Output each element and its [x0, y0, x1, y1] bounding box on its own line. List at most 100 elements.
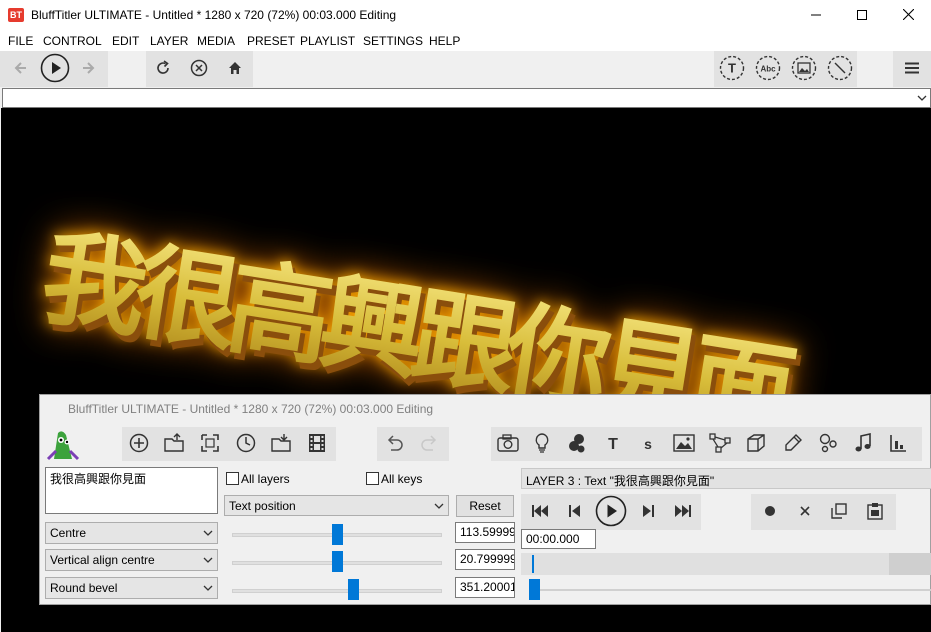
value-y-field[interactable]: 20.799999: [455, 549, 515, 570]
undo-icon: [385, 434, 403, 454]
subtitle-button[interactable]: s: [635, 431, 661, 457]
svg-text:T: T: [728, 60, 736, 75]
scrub-thumb[interactable]: [529, 579, 540, 600]
slider-track-z: [232, 589, 442, 593]
add-abc-button[interactable]: Abc: [755, 55, 781, 82]
delete-x-icon: [800, 505, 810, 519]
main-window: BT BluffTitler ULTIMATE - Untitled * 128…: [0, 0, 931, 632]
forward-button[interactable]: [76, 57, 100, 81]
home-button[interactable]: [223, 57, 247, 81]
nav-group: [0, 51, 108, 87]
all-layers-checkbox[interactable]: [226, 472, 239, 485]
dots-icon: [818, 433, 838, 456]
menu-help[interactable]: HELP: [429, 34, 460, 48]
all-layers-label: All layers: [241, 472, 290, 486]
hamburger-button[interactable]: [900, 57, 924, 81]
layer-text-field[interactable]: 我很高興跟你見面: [45, 467, 218, 514]
slider-thumb-z[interactable]: [348, 579, 360, 600]
stop-button[interactable]: [187, 57, 211, 81]
step-back-button[interactable]: [562, 499, 588, 525]
step-forward-button[interactable]: [635, 499, 661, 525]
cube-button[interactable]: [743, 431, 769, 457]
delete-key-button[interactable]: [792, 499, 818, 525]
particles-button[interactable]: [564, 431, 590, 457]
menu-file[interactable]: FILE: [8, 34, 33, 48]
maximize-button[interactable]: [839, 0, 885, 31]
back-arrow-icon: [13, 60, 29, 79]
undo-redo-group: [377, 427, 449, 461]
menu-preset[interactable]: PRESET: [247, 34, 295, 48]
light-button[interactable]: [529, 431, 555, 457]
minimize-icon: [811, 9, 821, 23]
menu-settings[interactable]: SETTINGS: [363, 34, 423, 48]
all-keys-label: All keys: [381, 472, 423, 486]
text-circle-icon: T: [719, 55, 745, 84]
menu-layer[interactable]: LAYER: [150, 34, 188, 48]
transport-play-button[interactable]: [595, 495, 627, 528]
time-button[interactable]: [233, 431, 259, 457]
time-field[interactable]: 00:00.000: [521, 529, 596, 549]
reset-button[interactable]: Reset: [456, 495, 514, 517]
picture-button[interactable]: [671, 431, 697, 457]
value-z-field[interactable]: 351.20001: [455, 577, 515, 598]
no-layer-button[interactable]: [827, 55, 853, 82]
clock-icon: [236, 433, 256, 456]
open-folder-icon: [164, 432, 186, 456]
all-keys-checkbox[interactable]: [366, 472, 379, 485]
skip-end-icon: [674, 504, 692, 521]
chevron-down-icon: [203, 527, 213, 541]
add-layer-button[interactable]: [126, 431, 152, 457]
add-text-button[interactable]: T: [719, 55, 745, 84]
menu-media[interactable]: MEDIA: [197, 34, 235, 48]
back-button[interactable]: [9, 57, 33, 81]
hamburger-icon: [905, 62, 919, 77]
brush-button[interactable]: [780, 431, 806, 457]
play-circle-icon: [40, 53, 70, 86]
menu-edit[interactable]: EDIT: [112, 34, 139, 48]
add-image-button[interactable]: [791, 55, 817, 84]
timeline-cursor[interactable]: [532, 555, 534, 573]
text-s-icon: s: [641, 434, 655, 455]
picture-icon: [673, 433, 695, 455]
camera-button[interactable]: [495, 431, 521, 457]
menu-control[interactable]: CONTROL: [43, 34, 102, 48]
import-button[interactable]: [269, 431, 295, 457]
edit-panel-window: BluffTitler ULTIMATE - Untitled * 1280 x…: [39, 394, 931, 605]
record-dot-icon: [764, 505, 776, 520]
open-button[interactable]: [162, 431, 188, 457]
undo-button[interactable]: [381, 431, 407, 457]
add-key-button[interactable]: [757, 499, 783, 525]
shape-button[interactable]: [707, 431, 733, 457]
edit-panel-title: BluffTitler ULTIMATE - Untitled * 1280 x…: [68, 402, 434, 416]
bevel-select[interactable]: Round bevel: [45, 577, 218, 599]
text-button[interactable]: T: [600, 431, 626, 457]
vertical-align-select[interactable]: Vertical align centre: [45, 549, 218, 571]
slider-thumb-x[interactable]: [331, 524, 343, 545]
minimize-button[interactable]: [793, 0, 839, 31]
paste-key-button[interactable]: [862, 499, 888, 525]
film-button[interactable]: [304, 431, 330, 457]
play-button[interactable]: [40, 53, 70, 86]
select-button[interactable]: [197, 431, 223, 457]
chevron-down-icon: [917, 92, 927, 106]
image-circle-icon: [791, 55, 817, 84]
svg-text:s: s: [644, 436, 652, 452]
skip-end-button[interactable]: [670, 499, 696, 525]
dots-button[interactable]: [815, 431, 841, 457]
align-select[interactable]: Centre: [45, 522, 218, 544]
timeline-track[interactable]: [521, 553, 931, 575]
music-button[interactable]: [850, 431, 876, 457]
redo-button[interactable]: [417, 431, 443, 457]
chart-button[interactable]: [885, 431, 911, 457]
slider-thumb-y[interactable]: [331, 551, 343, 572]
property-select[interactable]: Text position: [224, 495, 449, 516]
preset-combo[interactable]: [2, 88, 931, 108]
close-button[interactable]: [885, 0, 931, 31]
copy-key-button[interactable]: [826, 499, 852, 525]
skip-start-button[interactable]: [527, 499, 553, 525]
transport-group: [521, 494, 701, 530]
title-bar: BT BluffTitler ULTIMATE - Untitled * 128…: [0, 0, 931, 31]
value-x-field[interactable]: 113.59999: [455, 522, 515, 543]
refresh-button[interactable]: [151, 57, 175, 81]
menu-playlist[interactable]: PLAYLIST: [300, 34, 355, 48]
